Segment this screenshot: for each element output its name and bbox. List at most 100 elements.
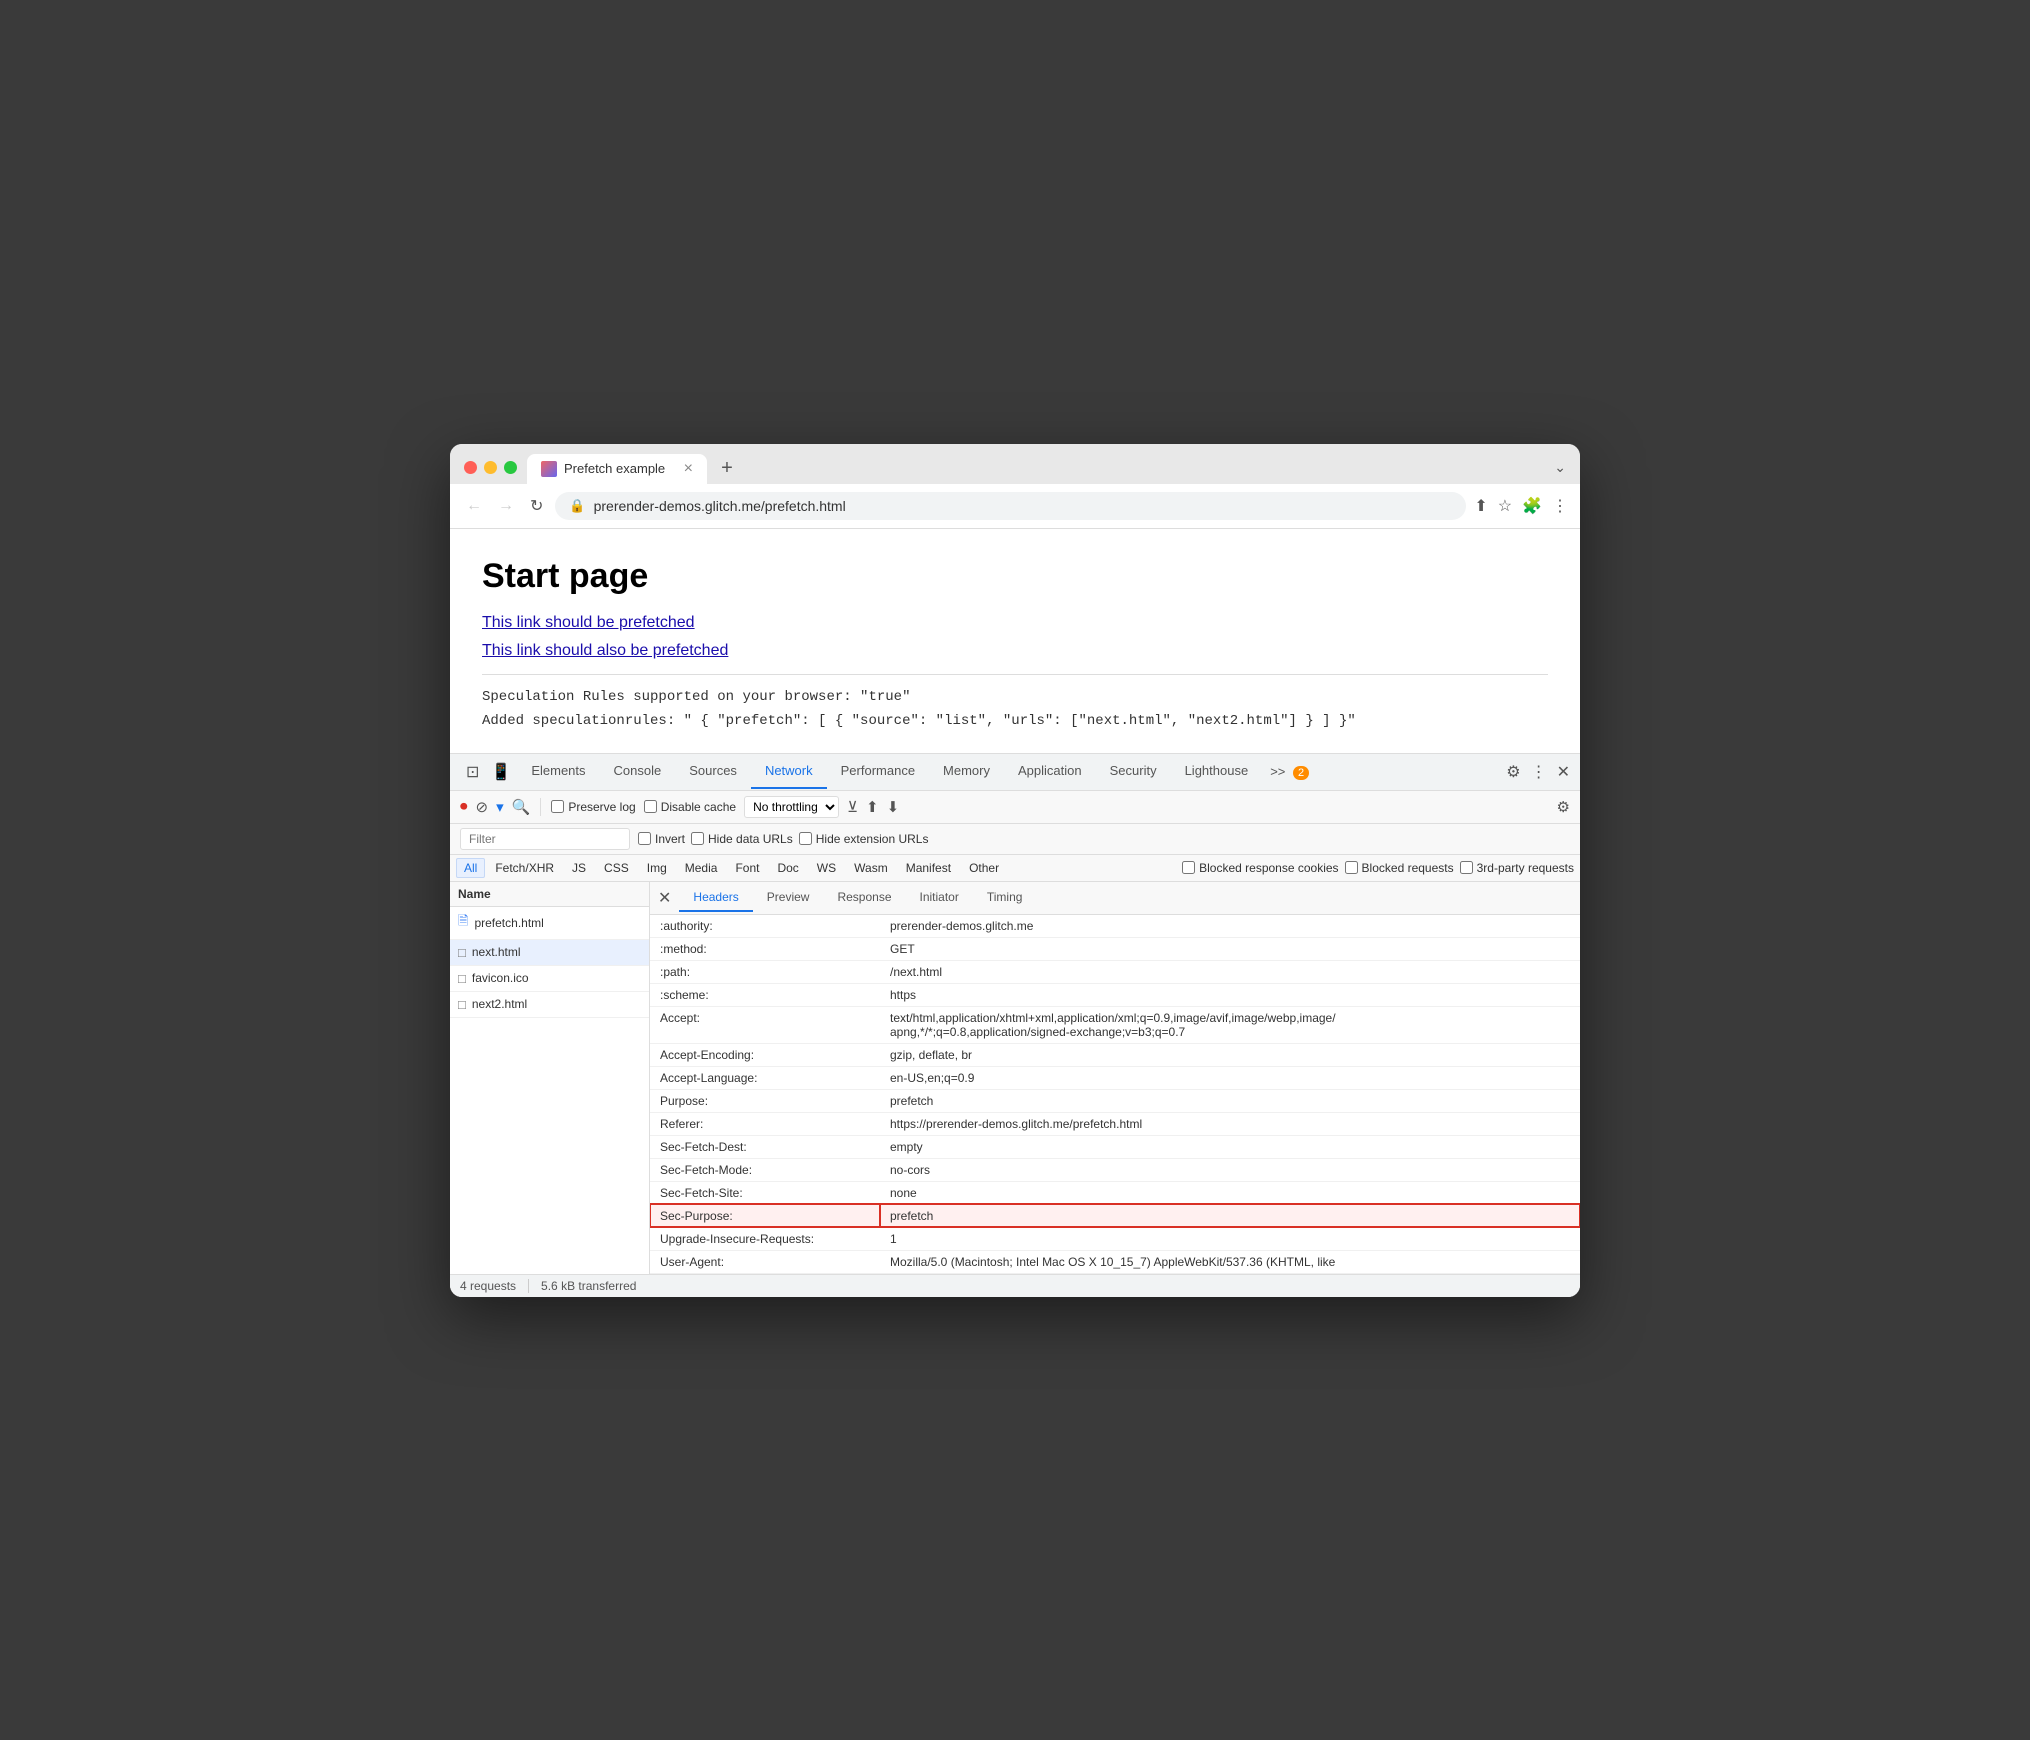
devtools-more-icon[interactable]: ⋮ bbox=[1531, 762, 1547, 782]
minimize-light[interactable] bbox=[484, 461, 497, 474]
transferred-size: 5.6 kB transferred bbox=[541, 1279, 636, 1293]
active-tab[interactable]: Prefetch example × bbox=[527, 454, 707, 484]
devtools-device-icon[interactable]: 📱 bbox=[485, 754, 517, 790]
settings-icon[interactable]: ⚙ bbox=[1506, 762, 1520, 782]
prefetch-link-1[interactable]: This link should be prefetched bbox=[482, 614, 1548, 632]
type-img[interactable]: Img bbox=[639, 858, 675, 878]
hide-data-urls-checkbox[interactable] bbox=[691, 832, 704, 845]
hide-extension-urls-checkbox[interactable] bbox=[799, 832, 812, 845]
third-party-checkbox[interactable] bbox=[1460, 861, 1473, 874]
filter-options: Invert Hide data URLs Hide extension URL… bbox=[638, 832, 928, 846]
network-settings-icon[interactable]: ⚙ bbox=[1557, 798, 1570, 816]
disable-cache-text: Disable cache bbox=[661, 800, 736, 814]
hide-data-urls-text: Hide data URLs bbox=[708, 832, 793, 846]
file-item-favicon[interactable]: □ favicon.ico bbox=[450, 966, 649, 992]
devtools-toolbar-icons: ⚙ ⋮ ✕ bbox=[1506, 762, 1570, 782]
tab-headers[interactable]: Headers bbox=[679, 884, 752, 912]
devtools-close-icon[interactable]: ✕ bbox=[1557, 762, 1570, 782]
third-party-label[interactable]: 3rd-party requests bbox=[1460, 861, 1574, 875]
preserve-log-label[interactable]: Preserve log bbox=[551, 800, 635, 814]
blocked-response-cookies-checkbox[interactable] bbox=[1182, 861, 1195, 874]
hide-data-urls-label[interactable]: Hide data URLs bbox=[691, 832, 793, 846]
tab-application[interactable]: Application bbox=[1004, 754, 1096, 789]
disable-cache-checkbox[interactable] bbox=[644, 800, 657, 813]
tab-sources[interactable]: Sources bbox=[675, 754, 751, 789]
close-light[interactable] bbox=[464, 461, 477, 474]
traffic-lights bbox=[464, 461, 517, 484]
share-icon[interactable]: ⬆ bbox=[1474, 496, 1487, 516]
headers-close-icon[interactable]: ✕ bbox=[650, 882, 679, 914]
tab-initiator[interactable]: Initiator bbox=[906, 884, 973, 912]
type-media[interactable]: Media bbox=[677, 858, 726, 878]
type-css[interactable]: CSS bbox=[596, 858, 637, 878]
tab-security[interactable]: Security bbox=[1096, 754, 1171, 789]
type-ws[interactable]: WS bbox=[809, 858, 844, 878]
file-item-next[interactable]: □ next.html bbox=[450, 940, 649, 966]
invert-label[interactable]: Invert bbox=[638, 832, 685, 846]
maximize-light[interactable] bbox=[504, 461, 517, 474]
tab-preview[interactable]: Preview bbox=[753, 884, 824, 912]
preserve-log-text: Preserve log bbox=[568, 800, 635, 814]
tab-console[interactable]: Console bbox=[600, 754, 676, 789]
preserve-log-checkbox[interactable] bbox=[551, 800, 564, 813]
added-rules-text: Added speculationrules: " { "prefetch": … bbox=[482, 713, 1548, 729]
header-value-sec-purpose: prefetch bbox=[880, 1204, 1580, 1227]
prefetch-link-2[interactable]: This link should also be prefetched bbox=[482, 642, 1548, 660]
type-js[interactable]: JS bbox=[564, 858, 594, 878]
clear-icon[interactable]: ⊘ bbox=[476, 798, 489, 816]
type-all[interactable]: All bbox=[456, 858, 485, 878]
throttle-select[interactable]: No throttling bbox=[744, 796, 839, 818]
tab-timing[interactable]: Timing bbox=[973, 884, 1037, 912]
type-manifest[interactable]: Manifest bbox=[898, 858, 959, 878]
back-button[interactable]: ← bbox=[462, 493, 486, 519]
type-doc[interactable]: Doc bbox=[769, 858, 806, 878]
blocked-requests-label[interactable]: Blocked requests bbox=[1345, 861, 1454, 875]
tab-response[interactable]: Response bbox=[823, 884, 905, 912]
file-item-prefetch[interactable]: 🗎 prefetch.html bbox=[450, 907, 649, 940]
wifi-icon[interactable]: ⊻ bbox=[847, 798, 858, 816]
file-item-next2[interactable]: □ next2.html bbox=[450, 992, 649, 1018]
header-value-accept: text/html,application/xhtml+xml,applicat… bbox=[880, 1006, 1580, 1043]
forward-button[interactable]: → bbox=[494, 493, 518, 519]
hide-extension-urls-label[interactable]: Hide extension URLs bbox=[799, 832, 929, 846]
header-row-accept: Accept: text/html,application/xhtml+xml,… bbox=[650, 1006, 1580, 1043]
tab-memory[interactable]: Memory bbox=[929, 754, 1004, 789]
more-icon[interactable]: ⋮ bbox=[1552, 496, 1568, 516]
file-name-next: next.html bbox=[472, 945, 521, 959]
tab-performance[interactable]: Performance bbox=[827, 754, 929, 789]
filter-bar: Invert Hide data URLs Hide extension URL… bbox=[450, 824, 1580, 855]
header-value-accept-language: en-US,en;q=0.9 bbox=[880, 1066, 1580, 1089]
tab-favicon-icon bbox=[541, 461, 557, 477]
record-icon[interactable]: ⏺ bbox=[460, 798, 468, 815]
browser-window: Prefetch example × + ⌄ ← → ↻ 🔒 prerender… bbox=[450, 444, 1580, 1297]
type-fetch-xhr[interactable]: Fetch/XHR bbox=[487, 858, 562, 878]
type-wasm[interactable]: Wasm bbox=[846, 858, 896, 878]
tab-elements[interactable]: Elements bbox=[517, 754, 599, 789]
type-font[interactable]: Font bbox=[727, 858, 767, 878]
tab-bar-chevron-icon[interactable]: ⌄ bbox=[1554, 459, 1566, 484]
file-next2-icon: □ bbox=[458, 997, 466, 1012]
filter-input[interactable] bbox=[460, 828, 630, 850]
new-tab-button[interactable]: + bbox=[713, 456, 741, 484]
tab-close-icon[interactable]: × bbox=[684, 461, 693, 477]
file-name-next2: next2.html bbox=[472, 997, 527, 1011]
tab-lighthouse[interactable]: Lighthouse bbox=[1171, 754, 1263, 789]
headers-tabs: ✕ Headers Preview Response Initiator Tim… bbox=[650, 882, 1580, 915]
refresh-button[interactable]: ↻ bbox=[526, 492, 547, 520]
invert-checkbox[interactable] bbox=[638, 832, 651, 845]
filter-toggle-icon[interactable]: ▾ bbox=[496, 798, 504, 816]
header-row-referer: Referer: https://prerender-demos.glitch.… bbox=[650, 1112, 1580, 1135]
tab-more[interactable]: >> 2 bbox=[1262, 755, 1317, 788]
search-icon[interactable]: 🔍 bbox=[512, 798, 531, 816]
bookmark-icon[interactable]: ☆ bbox=[1498, 496, 1512, 516]
disable-cache-label[interactable]: Disable cache bbox=[644, 800, 736, 814]
extensions-icon[interactable]: 🧩 bbox=[1522, 496, 1542, 516]
devtools-inspect-icon[interactable]: ⊡ bbox=[460, 754, 485, 790]
blocked-response-cookies-label[interactable]: Blocked response cookies bbox=[1182, 861, 1338, 875]
tab-network[interactable]: Network bbox=[751, 754, 827, 789]
blocked-requests-checkbox[interactable] bbox=[1345, 861, 1358, 874]
type-other[interactable]: Other bbox=[961, 858, 1007, 878]
upload-icon[interactable]: ⬆ bbox=[866, 798, 879, 816]
address-bar[interactable]: 🔒 prerender-demos.glitch.me/prefetch.htm… bbox=[555, 492, 1466, 520]
download-icon[interactable]: ⬇ bbox=[887, 798, 900, 816]
